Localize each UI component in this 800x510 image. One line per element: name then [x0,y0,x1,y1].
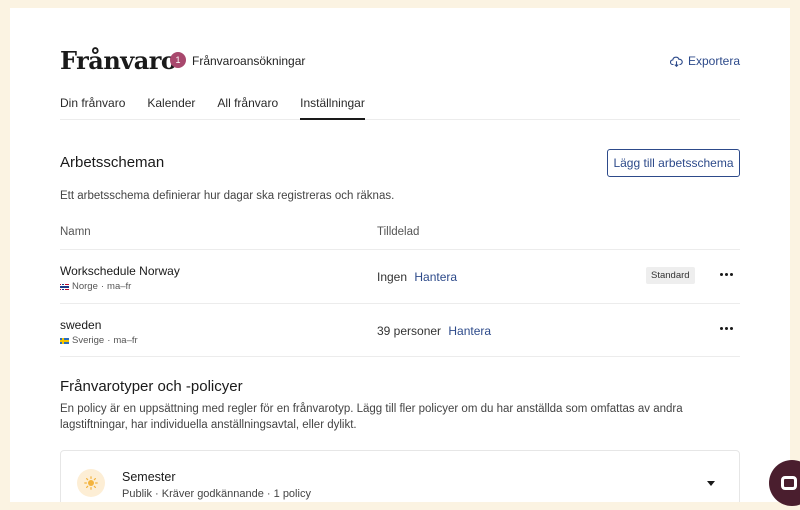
page-header: Frånvaro 1 Frånvaroansökningar Exportera [60,46,740,76]
assigned-value: Ingen [377,270,408,284]
dot-icon [724,272,728,276]
policy-meta: Publik · Kräver godkännande · 1 policy [122,488,311,500]
schedule-days: ma–fr [113,335,138,346]
dot-icon [729,272,733,276]
separator: · [107,335,111,346]
schedule-details: Norge · ma–fr [60,281,131,292]
schedule-name: Workschedule Norway [60,264,180,278]
manage-link[interactable]: Hantera [448,324,491,338]
work-schedules-title: Arbetsscheman [60,154,165,171]
main-card: Frånvaro 1 Frånvaroansökningar Exportera… [10,8,790,502]
export-button[interactable]: Exportera [669,54,740,68]
dot-icon [719,326,723,330]
sun-icon [77,469,105,497]
tab-bar: Din frånvaro Kalender All frånvaro Instä… [60,96,740,120]
policy-name: Semester [122,470,176,484]
requests-count-badge[interactable]: 1 [170,52,186,68]
schedule-country: Sverige [72,335,105,346]
add-work-schedule-button[interactable]: Lägg till arbetsschema [607,149,740,177]
table-row: Workschedule Norway Norge · ma–fr Ingen … [60,249,740,303]
sweden-flag-icon [60,337,69,344]
tab-kalender[interactable]: Kalender [147,96,195,120]
dot-icon [729,326,733,330]
page-title: Frånvaro [60,46,177,75]
schedule-name: sweden [60,318,102,332]
policies-title: Frånvarotyper och -policyer [60,378,243,395]
more-options-button[interactable] [716,264,736,284]
cloud-download-icon [669,56,683,67]
schedule-country: Norge [72,281,98,292]
chat-icon [781,476,797,490]
policies-description: En policy är en uppsättning med regler f… [60,403,683,431]
sun-glyph [84,476,98,490]
norway-flag-icon [60,283,69,290]
more-options-button[interactable] [716,318,736,338]
work-schedules-description: Ett arbetsschema definierar hur dagar sk… [60,190,395,202]
schedule-days: ma–fr [107,281,132,292]
assigned-cell: Ingen Hantera [377,270,457,284]
assigned-value: 39 personer [377,324,442,338]
dot-icon [724,326,728,330]
tab-all-franvaro[interactable]: All frånvaro [217,96,278,120]
column-header-assigned: Tilldelad [377,226,420,238]
tab-din-franvaro[interactable]: Din frånvaro [60,96,125,120]
standard-badge: Standard [646,267,695,284]
separator: · [100,281,105,292]
schedule-details: Sverige · ma–fr [60,335,138,346]
assigned-cell: 39 personer Hantera [377,324,491,338]
requests-link[interactable]: Frånvaroansökningar [192,54,305,68]
policy-card-semester[interactable]: Semester Publik · Kräver godkännande · 1… [60,450,740,502]
column-header-name: Namn [60,226,91,238]
dot-icon [719,272,723,276]
tab-installningar[interactable]: Inställningar [300,96,365,120]
table-row: sweden Sverige · ma–fr 39 personer Hante… [60,303,740,357]
manage-link[interactable]: Hantera [414,270,457,284]
export-label: Exportera [687,54,740,68]
chevron-down-icon[interactable] [707,481,715,486]
